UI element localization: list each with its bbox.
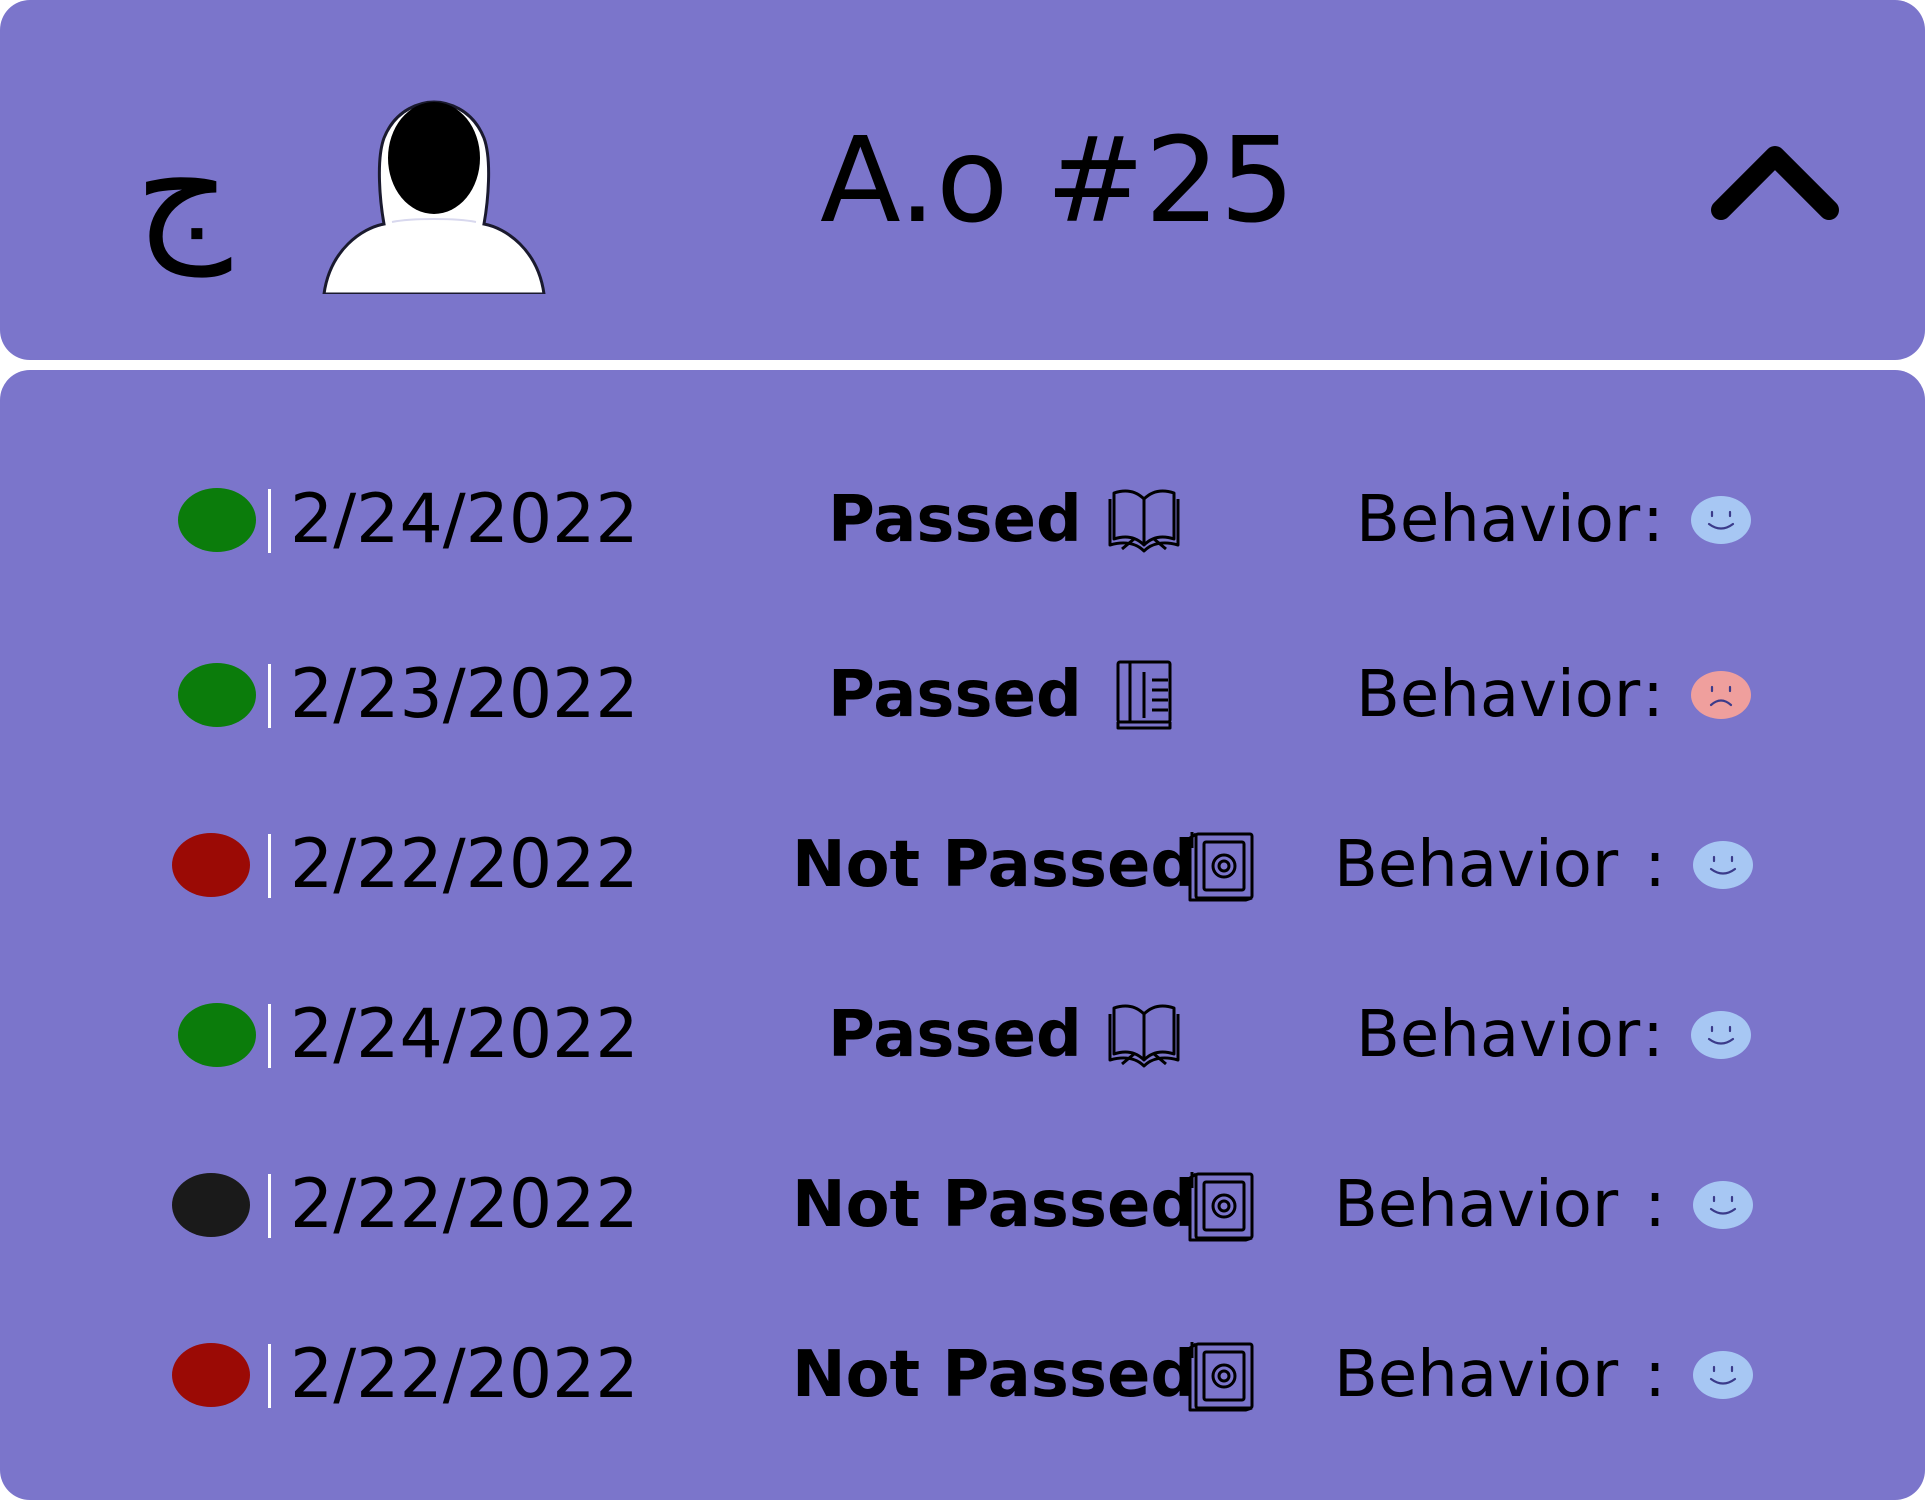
record-date: 2/22/2022: [290, 825, 639, 904]
behavior-label-text: Behavior: [1334, 828, 1619, 902]
behavior-label-text: Behavior: [1334, 1168, 1619, 1242]
group-letter: ج: [134, 103, 232, 277]
row-divider: [268, 1344, 271, 1408]
sad-face-icon: [1691, 671, 1751, 719]
record-row[interactable]: 2/23/2022 Passed Behavior:: [0, 620, 1925, 770]
happy-face-icon: [1691, 1011, 1751, 1059]
behavior-label: Behavior:: [1334, 1160, 1666, 1250]
record-row[interactable]: 2/22/2022 Not Passed Behavior:: [0, 790, 1925, 940]
behavior-label-text: Behavior: [1356, 483, 1641, 557]
behavior-separator: :: [1642, 483, 1664, 557]
behavior-label-text: Behavior: [1356, 998, 1641, 1072]
status-dot: [172, 1173, 250, 1237]
row-divider: [268, 834, 271, 898]
student-header: ج A.o #25: [0, 0, 1925, 360]
record-date: 2/24/2022: [290, 995, 639, 1074]
happy-face-icon: [1693, 841, 1753, 889]
behavior-separator: :: [1644, 828, 1666, 902]
record-row[interactable]: 2/24/2022 Passed Behavior:: [0, 960, 1925, 1110]
row-divider: [268, 664, 271, 728]
quran-book-icon: [1188, 1342, 1254, 1412]
quran-book-icon: [1188, 1172, 1254, 1242]
behavior-separator: :: [1644, 1168, 1666, 1242]
open-book-icon: [1108, 489, 1180, 553]
behavior-separator: :: [1642, 998, 1664, 1072]
happy-face-icon: [1691, 496, 1751, 544]
status-label: Passed: [828, 658, 1082, 732]
behavior-label: Behavior:: [1356, 990, 1664, 1080]
hijab-avatar-icon: [322, 100, 546, 294]
status-label: Not Passed: [792, 828, 1197, 902]
happy-face-icon: [1693, 1351, 1753, 1399]
record-row[interactable]: 2/24/2022 Passed Behavior:: [0, 445, 1925, 595]
status-dot: [178, 1003, 256, 1067]
status-label: Passed: [828, 483, 1082, 557]
record-date: 2/22/2022: [290, 1335, 639, 1414]
row-divider: [268, 1004, 271, 1068]
record-row[interactable]: 2/22/2022 Not Passed Behavior:: [0, 1130, 1925, 1280]
record-row[interactable]: 2/22/2022 Not Passed Behavior:: [0, 1300, 1925, 1450]
student-title: A.o #25: [820, 111, 1295, 249]
behavior-separator: :: [1644, 1338, 1666, 1412]
open-book-icon: [1108, 1004, 1180, 1068]
status-dot: [172, 833, 250, 897]
behavior-label-text: Behavior: [1356, 658, 1641, 732]
behavior-label: Behavior:: [1356, 475, 1664, 565]
status-label: Not Passed: [792, 1338, 1197, 1412]
behavior-label: Behavior:: [1334, 1330, 1666, 1420]
behavior-label-text: Behavior: [1334, 1338, 1619, 1412]
status-dot: [178, 488, 256, 552]
status-label: Not Passed: [792, 1168, 1197, 1242]
status-dot: [178, 663, 256, 727]
record-date: 2/23/2022: [290, 655, 639, 734]
behavior-label: Behavior:: [1334, 820, 1666, 910]
records-list: 2/24/2022 Passed Behavior: 2/23/2022 Passed B…: [0, 370, 1925, 1500]
quran-book-icon: [1188, 832, 1254, 902]
behavior-separator: :: [1642, 658, 1664, 732]
record-date: 2/22/2022: [290, 1165, 639, 1244]
row-divider: [268, 1174, 271, 1238]
row-divider: [268, 489, 271, 553]
happy-face-icon: [1693, 1181, 1753, 1229]
status-label: Passed: [828, 998, 1082, 1072]
record-date: 2/24/2022: [290, 480, 639, 559]
status-dot: [172, 1343, 250, 1407]
chevron-up-icon[interactable]: [1705, 130, 1845, 230]
closed-book-icon: [1116, 660, 1172, 730]
behavior-label: Behavior:: [1356, 650, 1664, 740]
